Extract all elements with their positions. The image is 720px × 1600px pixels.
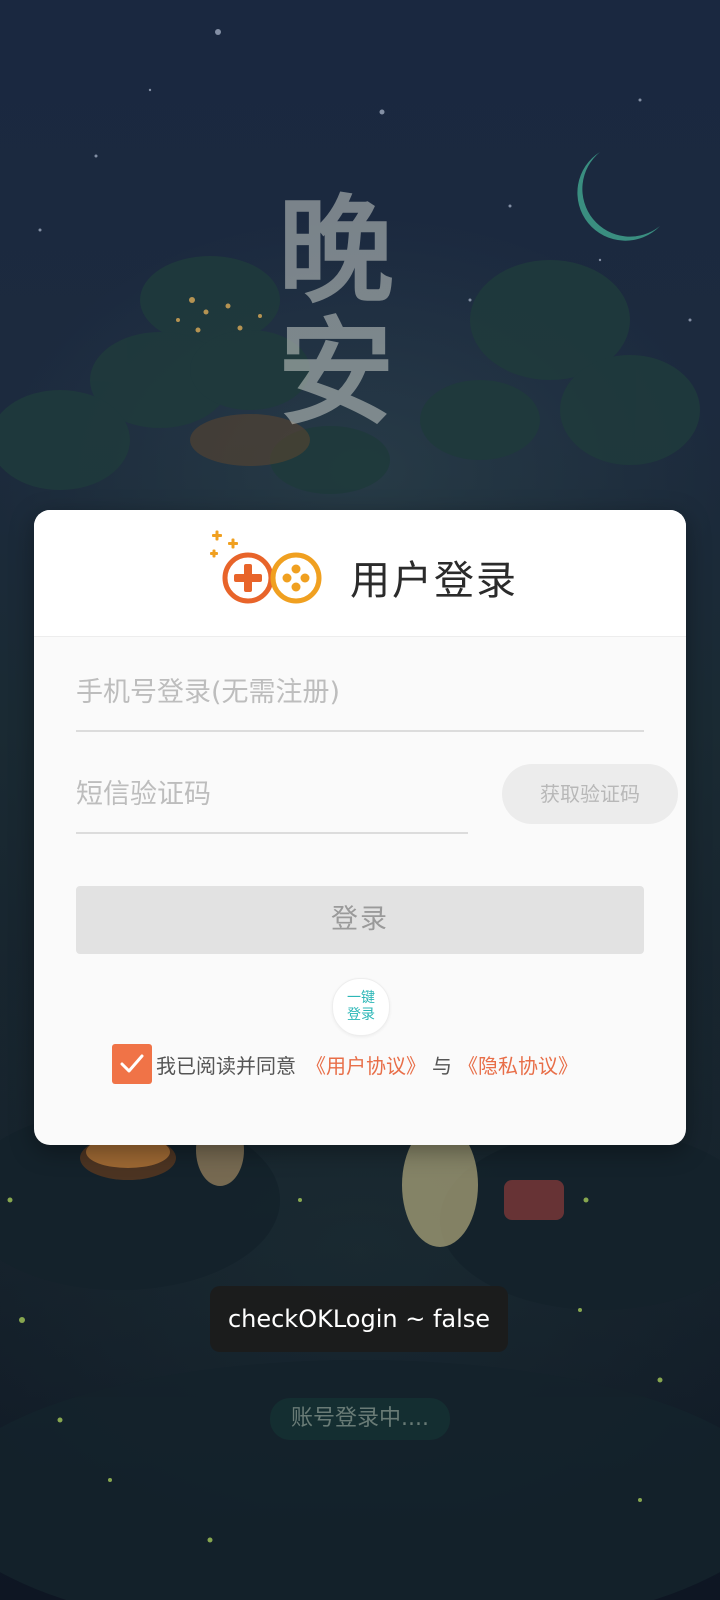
login-button[interactable]: 登录 [76, 886, 644, 954]
login-header: 用户登录 [34, 510, 686, 637]
one-click-label-line2: 登录 [347, 1007, 375, 1023]
phone-field [76, 662, 644, 732]
agreement-text: 我已阅读并同意 [156, 1053, 296, 1078]
sms-code-input[interactable] [76, 764, 468, 824]
code-field [76, 764, 468, 834]
user-agreement-link[interactable]: 《用户协议》 [306, 1050, 426, 1079]
agreement-and-text: 与 [432, 1053, 452, 1078]
login-dialog: 用户登录 获取验证码 登录 一键 登录 我已阅读并同意 《用户协议》 与 《隐私… [34, 510, 686, 1145]
phone-input[interactable] [76, 662, 644, 722]
moon-shape [577, 152, 660, 241]
toast-message: checkOKLogin ~ false [210, 1286, 508, 1352]
login-title: 用户登录 [350, 558, 518, 604]
agreement-checkbox[interactable] [112, 1044, 152, 1084]
get-code-button[interactable]: 获取验证码 [502, 764, 678, 824]
one-click-label-line1: 一键 [347, 990, 375, 1006]
agreement-row: 我已阅读并同意 《用户协议》 与 《隐私协议》 [112, 1042, 578, 1086]
privacy-agreement-link[interactable]: 《隐私协议》 [458, 1050, 578, 1079]
checkmark-icon [120, 1054, 144, 1073]
login-status-text: 账号登录中.... [270, 1398, 450, 1440]
background-title-art: 晚安 [278, 183, 396, 441]
one-click-login-button[interactable]: 一键 登录 [332, 978, 390, 1036]
gamepad-logo-icon [210, 530, 322, 604]
